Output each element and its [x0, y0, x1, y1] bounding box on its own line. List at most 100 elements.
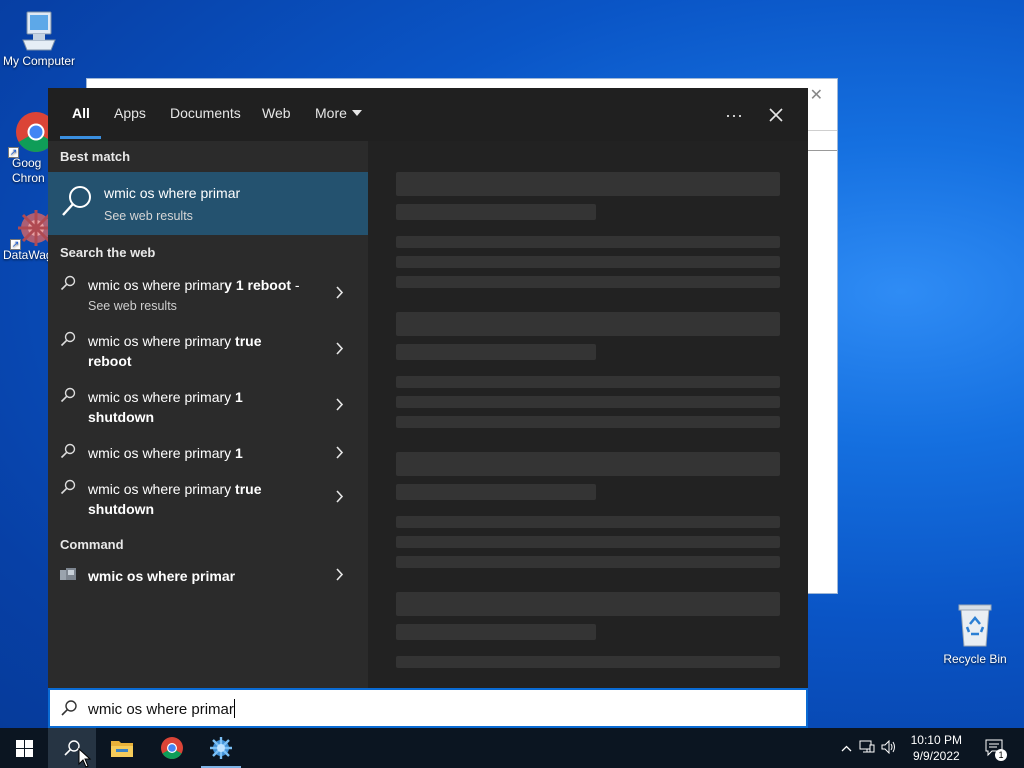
taskbar: 10:10 PM 9/9/2022 1 [0, 728, 1024, 768]
web-result-text: wmic os where primar [88, 277, 225, 293]
text-cursor [234, 699, 235, 718]
web-result-item[interactable]: wmic os where primary 1 shutdown [48, 377, 368, 429]
preview-pane-loading [368, 141, 808, 688]
mouse-cursor-icon [78, 748, 92, 768]
search-input[interactable] [88, 698, 688, 720]
web-result-bold: true [235, 481, 262, 497]
chevron-right-icon [335, 446, 344, 464]
loading-placeholder [396, 312, 780, 336]
loading-placeholder [396, 276, 780, 288]
best-match-heading: Best match [60, 149, 131, 164]
ellipsis-icon[interactable]: ··· [720, 101, 748, 129]
shortcut-arrow-icon: ↗ [8, 147, 19, 158]
web-result-line2: reboot [88, 353, 132, 369]
web-result-item[interactable]: wmic os where primary true shutdown [48, 469, 368, 521]
best-match-item[interactable]: wmic os where primar See web results [48, 172, 368, 235]
results-list: Best match wmic os where primar See web … [48, 141, 368, 688]
loading-placeholder [396, 516, 780, 528]
chevron-right-icon [335, 490, 344, 508]
active-tab-indicator [60, 136, 101, 139]
search-icon [60, 275, 76, 291]
command-result-title: wmic os where primar [88, 568, 236, 584]
web-result-text: wmic os where primary [88, 389, 236, 405]
desktop-icon-my-computer[interactable]: My Computer [0, 10, 81, 69]
desktop-icon-label: My Computer [2, 54, 76, 68]
web-result-line2: shutdown [88, 409, 155, 425]
search-icon [61, 700, 77, 716]
clock-date: 9/9/2022 [912, 749, 960, 763]
desktop-icon-recycle-bin[interactable]: Recycle Bin [933, 602, 1017, 667]
web-result-bold: y 1 reboot [224, 277, 292, 293]
web-result-bold: 1 [235, 389, 243, 405]
loading-placeholder [396, 452, 780, 476]
taskbar-file-explorer[interactable] [98, 728, 146, 768]
chevron-right-icon [335, 568, 344, 586]
close-icon[interactable] [762, 101, 790, 129]
search-tabs: All Apps Documents Web More ··· [48, 88, 808, 141]
desktop-icon-label: Recycle Bin [943, 652, 1007, 666]
loading-placeholder [396, 396, 780, 408]
web-result-text: wmic os where primary [88, 481, 236, 497]
loading-placeholder [396, 236, 780, 248]
loading-placeholder [396, 624, 596, 640]
clock-time: 10:10 PM [910, 733, 962, 747]
close-icon[interactable]: ✕ [810, 85, 823, 105]
tab-apps[interactable]: Apps [114, 105, 146, 121]
computer-icon [22, 11, 56, 51]
start-button[interactable] [0, 728, 48, 768]
command-prompt-icon [60, 568, 76, 580]
notification-badge: 1 [995, 749, 1007, 761]
loading-placeholder [396, 536, 780, 548]
tab-more[interactable]: More [315, 105, 362, 121]
file-explorer-icon [111, 741, 133, 757]
web-result-line2: shutdown [88, 501, 155, 517]
web-result-text: wmic os where primary [88, 445, 236, 461]
network-icon[interactable] [856, 740, 878, 757]
shortcut-arrow-icon: ↗ [10, 239, 21, 250]
tab-all[interactable]: All [72, 105, 90, 121]
windows-logo-icon [15, 739, 33, 757]
chevron-up-icon[interactable] [836, 741, 856, 755]
volume-icon[interactable] [878, 739, 900, 757]
action-center-button[interactable]: 1 [980, 728, 1010, 768]
search-icon [60, 331, 76, 347]
tab-more-label: More [315, 105, 347, 121]
chevron-down-icon [351, 110, 362, 116]
search-box [48, 688, 808, 728]
recycle-bin-icon [958, 604, 992, 647]
loading-placeholder [396, 592, 780, 616]
taskbar-search-button[interactable] [48, 728, 96, 768]
taskbar-chrome[interactable] [148, 728, 196, 768]
tab-web[interactable]: Web [262, 105, 291, 121]
web-result-suffix: - [291, 277, 300, 293]
system-tray [836, 728, 900, 768]
search-icon [62, 186, 91, 216]
web-result-bold: true [235, 333, 262, 349]
search-panel: All Apps Documents Web More ··· Best mat… [48, 88, 808, 728]
best-match-title: wmic os where primar [104, 185, 241, 201]
web-result-item[interactable]: wmic os where primary true reboot [48, 321, 368, 373]
loading-placeholder [396, 204, 596, 220]
chevron-right-icon [335, 342, 344, 360]
search-web-heading: Search the web [60, 245, 156, 260]
web-result-item[interactable]: wmic os where primary 1 reboot - See web… [48, 265, 368, 317]
chevron-right-icon [335, 398, 344, 416]
search-icon [60, 443, 76, 459]
web-result-text: wmic os where primary [88, 333, 236, 349]
datawag-icon [210, 737, 232, 759]
taskbar-clock[interactable]: 10:10 PM 9/9/2022 [911, 732, 962, 764]
loading-placeholder [396, 416, 780, 428]
web-result-item[interactable]: wmic os where primary 1 [48, 433, 368, 469]
web-result-bold: 1 [235, 445, 243, 461]
loading-placeholder [396, 656, 780, 668]
taskbar-datawag[interactable] [197, 728, 245, 768]
loading-placeholder [396, 172, 780, 196]
chevron-right-icon [335, 286, 344, 304]
best-match-subtitle: See web results [104, 209, 193, 223]
loading-placeholder [396, 376, 780, 388]
loading-placeholder [396, 256, 780, 268]
command-heading: Command [60, 537, 124, 552]
tab-documents[interactable]: Documents [170, 105, 241, 121]
command-result-item[interactable]: wmic os where primar [48, 557, 368, 593]
loading-placeholder [396, 344, 596, 360]
